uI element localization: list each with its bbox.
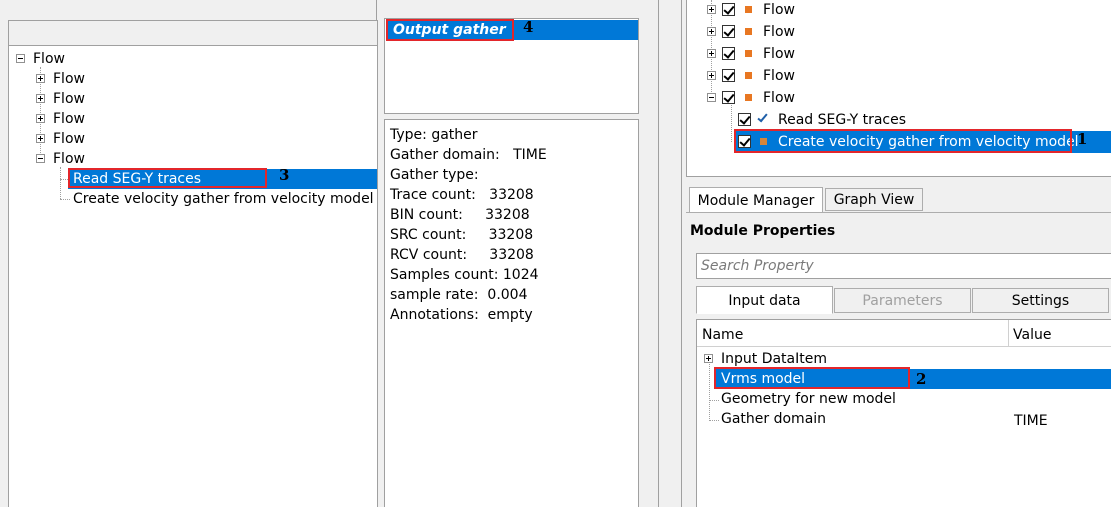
search-property-input[interactable]: Search Property (696, 253, 1111, 279)
info-line: Samples count: 1024 (390, 267, 539, 283)
tree-item-flow[interactable]: Flow (53, 109, 85, 129)
tab-parameters[interactable]: Parameters (834, 288, 971, 313)
info-line: Type: gather (390, 127, 478, 143)
badge-4: 4 (523, 18, 534, 36)
info-line: Annotations: empty (390, 307, 533, 323)
collapse-icon[interactable] (16, 54, 25, 63)
expand-icon[interactable] (36, 74, 45, 83)
badge-1: 1 (1077, 130, 1088, 148)
info-line: SRC count: 33208 (390, 227, 534, 243)
column-header-name[interactable]: Name (702, 325, 743, 345)
property-geometry[interactable]: Geometry for new model (721, 389, 896, 409)
right-tree-flow[interactable]: Flow (763, 0, 795, 20)
expand-icon[interactable] (36, 94, 45, 103)
property-gather-domain-value[interactable]: TIME (1014, 411, 1048, 431)
tree-line (60, 167, 61, 199)
collapse-icon[interactable] (707, 93, 716, 102)
right-tree-flow[interactable]: Flow (763, 66, 795, 86)
info-line: sample rate: 0.004 (390, 287, 528, 303)
info-line: Gather domain: TIME (390, 147, 547, 163)
tree-line (60, 199, 70, 200)
checkbox[interactable] (722, 69, 735, 82)
checkbox[interactable] (722, 25, 735, 38)
badge-2: 2 (916, 370, 927, 388)
tree-item-flow[interactable]: Flow (53, 129, 85, 149)
highlight-box-2 (714, 367, 910, 389)
expand-icon[interactable] (704, 354, 713, 363)
property-gather-domain[interactable]: Gather domain (721, 409, 826, 429)
tree-line (709, 400, 719, 401)
highlight-box-4 (386, 19, 514, 41)
tree-item-create-velocity[interactable]: Create velocity gather from velocity mod… (73, 189, 374, 209)
right-tree-flow[interactable]: Flow (763, 88, 795, 108)
info-line: Gather type: (390, 167, 479, 183)
splitter[interactable] (658, 0, 682, 507)
left-panel-header (8, 20, 378, 46)
right-tree-flow[interactable]: Flow (763, 44, 795, 64)
expand-icon[interactable] (707, 27, 716, 36)
right-tree-read-segy[interactable]: Read SEG-Y traces (778, 110, 906, 130)
right-tree-flow[interactable]: Flow (763, 22, 795, 42)
property-input-dataitem[interactable]: Input DataItem (721, 349, 827, 369)
tree-root-flow[interactable]: Flow (33, 49, 65, 69)
tab-settings[interactable]: Settings (972, 288, 1109, 313)
tab-underline (686, 212, 1111, 213)
info-line: RCV count: 33208 (390, 247, 534, 263)
tree-line (731, 105, 732, 142)
highlight-box-3 (68, 168, 267, 188)
tree-item-flow[interactable]: Flow (53, 69, 85, 89)
flow-icon (745, 6, 752, 13)
expand-icon[interactable] (707, 71, 716, 80)
flow-icon (745, 50, 752, 57)
expand-icon[interactable] (36, 134, 45, 143)
checkbox[interactable] (738, 113, 751, 126)
checkbox[interactable] (722, 91, 735, 104)
tree-line (709, 420, 719, 421)
info-line: Trace count: 33208 (390, 187, 534, 203)
badge-3: 3 (279, 166, 290, 184)
tab-graph-view[interactable]: Graph View (825, 188, 923, 211)
checkbox[interactable] (722, 47, 735, 60)
checkbox[interactable] (722, 3, 735, 16)
expand-icon[interactable] (707, 5, 716, 14)
flow-icon (745, 28, 752, 35)
tree-item-flow[interactable]: Flow (53, 89, 85, 109)
flow-icon (745, 94, 752, 101)
highlight-box-1 (734, 129, 1072, 153)
column-header-value[interactable]: Value (1013, 325, 1051, 345)
expand-icon[interactable] (707, 49, 716, 58)
tree-item-flow[interactable]: Flow (53, 149, 85, 169)
info-line: BIN count: 33208 (390, 207, 530, 223)
flow-icon (745, 72, 752, 79)
tab-module-manager[interactable]: Module Manager (689, 187, 823, 213)
expand-icon[interactable] (36, 114, 45, 123)
tree-line (709, 364, 710, 421)
column-divider (1008, 320, 1009, 347)
module-properties-title: Module Properties (690, 223, 836, 239)
tab-input-data[interactable]: Input data (696, 286, 833, 314)
collapse-icon[interactable] (36, 154, 45, 163)
